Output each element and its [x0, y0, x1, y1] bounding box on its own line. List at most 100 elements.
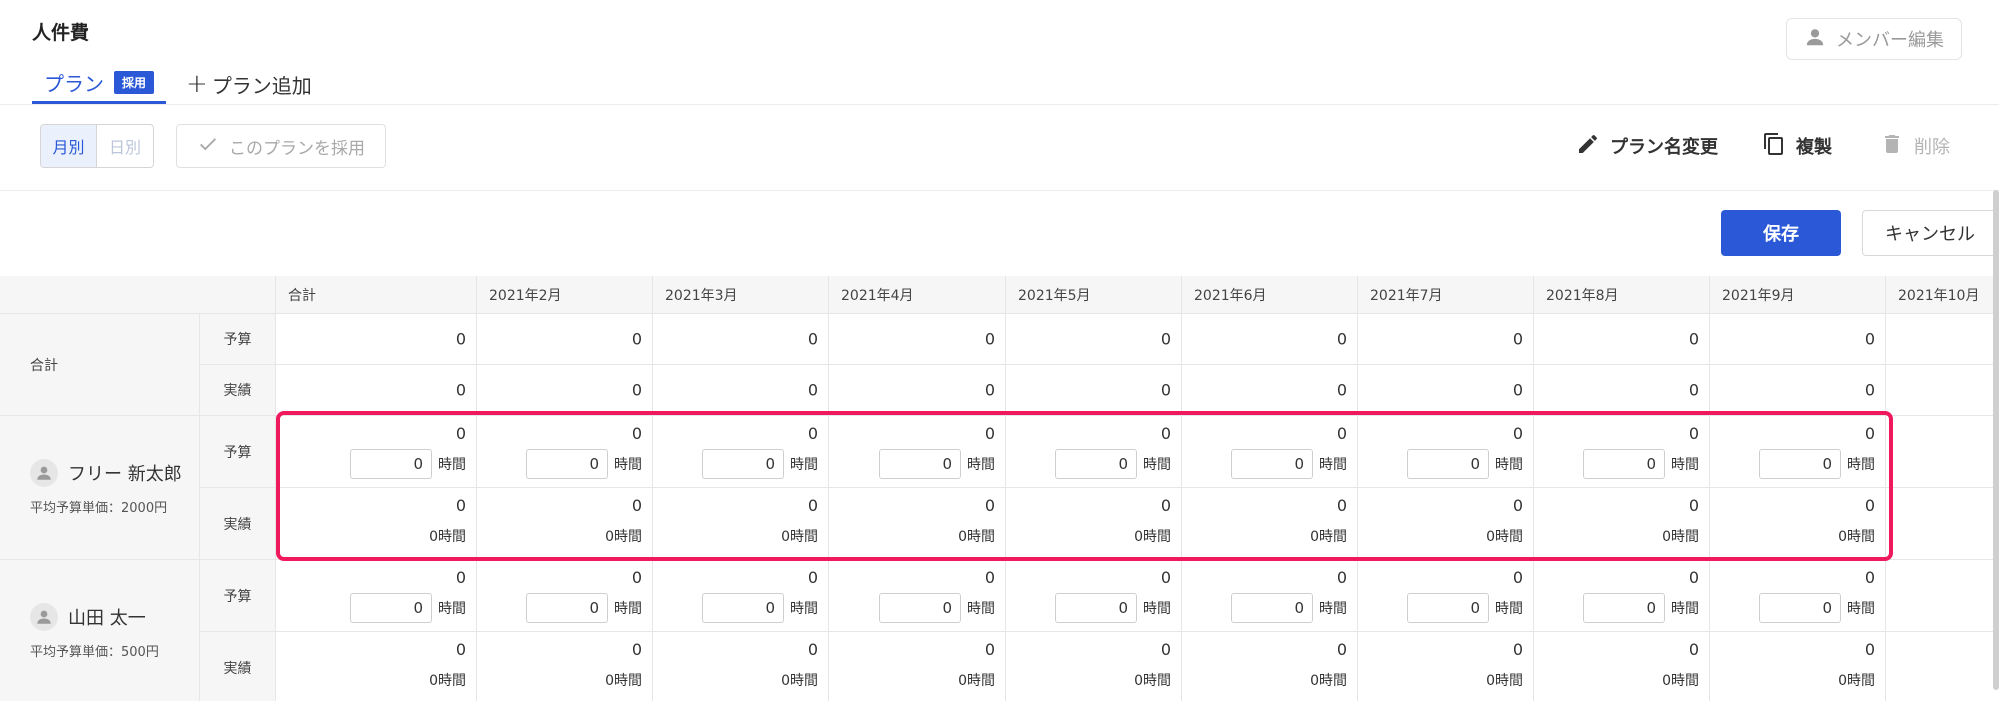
budget-amount: 0 [455, 568, 466, 587]
total-actual-cell: 0 [829, 365, 1006, 416]
hours-input[interactable]: 0 [1231, 593, 1313, 623]
hours-input[interactable]: 0 [1759, 449, 1841, 479]
total-label: 合計 [30, 357, 58, 374]
actual-hours: 0時間 [1486, 529, 1523, 545]
total-actual-value: 0 [1688, 380, 1699, 400]
budget-amount: 0 [1160, 568, 1171, 587]
toolbar-divider [0, 190, 1999, 191]
member-budget-cell: 0 0 時間 [829, 416, 1006, 488]
total-actual-cell: 0 [1182, 365, 1358, 416]
duplicate-plan-button[interactable]: 複製 [1762, 130, 1832, 162]
actual-row-label: 実績 [200, 488, 276, 560]
budget-amount: 0 [1864, 568, 1875, 587]
member-budget-cell: 0 0 時間 [1006, 416, 1182, 488]
member-budget-cell: 0 0 時間 [1710, 560, 1886, 632]
member-actual-cell: 0 0時間 [1182, 488, 1358, 560]
hours-input[interactable]: 0 [1407, 449, 1489, 479]
column-header: 2021年8月 [1534, 276, 1710, 314]
hours-input[interactable]: 0 [350, 593, 432, 623]
member-actual-cell: 0 0時間 [1358, 488, 1534, 560]
total-budget-cell: 0 [477, 314, 653, 365]
actual-amount: 0 [1160, 496, 1171, 515]
vertical-scrollbar[interactable] [1993, 190, 1999, 690]
check-icon [197, 133, 219, 160]
rename-plan-label: プラン名変更 [1610, 137, 1718, 158]
actual-hours: 0時間 [1662, 673, 1699, 689]
total-group-label: 合計 [0, 314, 200, 416]
actual-hours: 0時間 [605, 529, 642, 545]
hours-input[interactable]: 0 [526, 449, 608, 479]
tab-plan[interactable]: プラン 採用 [32, 64, 167, 104]
total-budget-cell [1886, 314, 1999, 365]
person-icon [1804, 26, 1826, 53]
member-name: フリー 新太郎 [68, 464, 182, 485]
total-actual-value: 0 [1864, 380, 1875, 400]
member-name: 山田 太一 [68, 608, 146, 629]
actual-hours: 0時間 [1134, 673, 1171, 689]
member-actual-cell: 0 0時間 [1710, 632, 1886, 701]
actual-amount: 0 [1864, 640, 1875, 659]
total-actual-value: 0 [1512, 380, 1523, 400]
hours-input[interactable]: 0 [526, 593, 608, 623]
member-actual-cell: 0 0時間 [477, 632, 653, 701]
budget-table: 合計 2021年2月 2021年3月 2021年4月 2021年5月 2021年6月 202… [0, 276, 1999, 701]
actual-hours: 0時間 [781, 673, 818, 689]
period-toggle: 月別 日別 [40, 124, 154, 168]
copy-icon [1762, 132, 1786, 161]
member-budget-cell: 0 0 時間 [1358, 560, 1534, 632]
monthly-toggle[interactable]: 月別 [41, 125, 97, 167]
budget-amount: 0 [1688, 424, 1699, 443]
hours-input[interactable]: 0 [702, 449, 784, 479]
total-budget-cell: 0 [1358, 314, 1534, 365]
adopt-plan-button[interactable]: このプランを採用 [176, 124, 386, 168]
hours-input[interactable]: 0 [1055, 593, 1137, 623]
delete-plan-button[interactable]: 削除 [1880, 130, 1950, 162]
hours-input[interactable]: 0 [1583, 449, 1665, 479]
cancel-button[interactable]: キャンセル [1862, 210, 1998, 256]
total-actual-cell: 0 [653, 365, 829, 416]
hours-input[interactable]: 0 [1759, 593, 1841, 623]
total-budget-value: 0 [1688, 329, 1699, 349]
budget-amount: 0 [984, 424, 995, 443]
total-actual-cell: 0 [1358, 365, 1534, 416]
hours-input[interactable]: 0 [1055, 449, 1137, 479]
column-header-label: 2021年10月 [1898, 287, 1980, 304]
add-plan-tab[interactable]: + プラン追加 [186, 64, 312, 104]
actual-amount: 0 [1688, 496, 1699, 515]
member-edit-button[interactable]: メンバー編集 [1786, 18, 1962, 60]
total-actual-cell: 0 [477, 365, 653, 416]
column-header-label: 2021年4月 [841, 287, 914, 304]
hours-unit: 時間 [1319, 457, 1347, 473]
actual-amount: 0 [631, 496, 642, 515]
hours-input[interactable]: 0 [1231, 449, 1313, 479]
hours-unit: 時間 [1495, 601, 1523, 617]
total-actual-cell: 0 [1006, 365, 1182, 416]
save-button[interactable]: 保存 [1721, 210, 1841, 256]
total-actual-value: 0 [1336, 380, 1347, 400]
daily-toggle[interactable]: 日別 [97, 125, 153, 167]
duplicate-plan-label: 複製 [1796, 137, 1832, 158]
total-budget-value: 0 [1160, 329, 1171, 349]
hours-input[interactable]: 0 [350, 449, 432, 479]
hours-unit: 時間 [1143, 457, 1171, 473]
member-actual-cell: 0 0時間 [1182, 632, 1358, 701]
total-budget-cell: 0 [829, 314, 1006, 365]
member-actual-cell: 0 0時間 [276, 488, 477, 560]
hours-input[interactable]: 0 [879, 593, 961, 623]
budget-amount: 0 [1864, 424, 1875, 443]
total-budget-value: 0 [1512, 329, 1523, 349]
total-budget-value: 0 [455, 329, 466, 349]
budget-amount: 0 [1688, 568, 1699, 587]
rename-plan-button[interactable]: プラン名変更 [1576, 130, 1718, 162]
hours-input[interactable]: 0 [879, 449, 961, 479]
hours-input[interactable]: 0 [1407, 593, 1489, 623]
column-header-label: 2021年3月 [665, 287, 738, 304]
member-budget-cell: 0 0 時間 [1358, 416, 1534, 488]
total-budget-value: 0 [984, 329, 995, 349]
actual-amount: 0 [807, 496, 818, 515]
member-unit-price: 平均予算単価：2000円 [30, 501, 168, 516]
actual-hours: 0時間 [1486, 673, 1523, 689]
hours-input[interactable]: 0 [702, 593, 784, 623]
tab-plan-label: プラン [44, 72, 104, 96]
hours-input[interactable]: 0 [1583, 593, 1665, 623]
